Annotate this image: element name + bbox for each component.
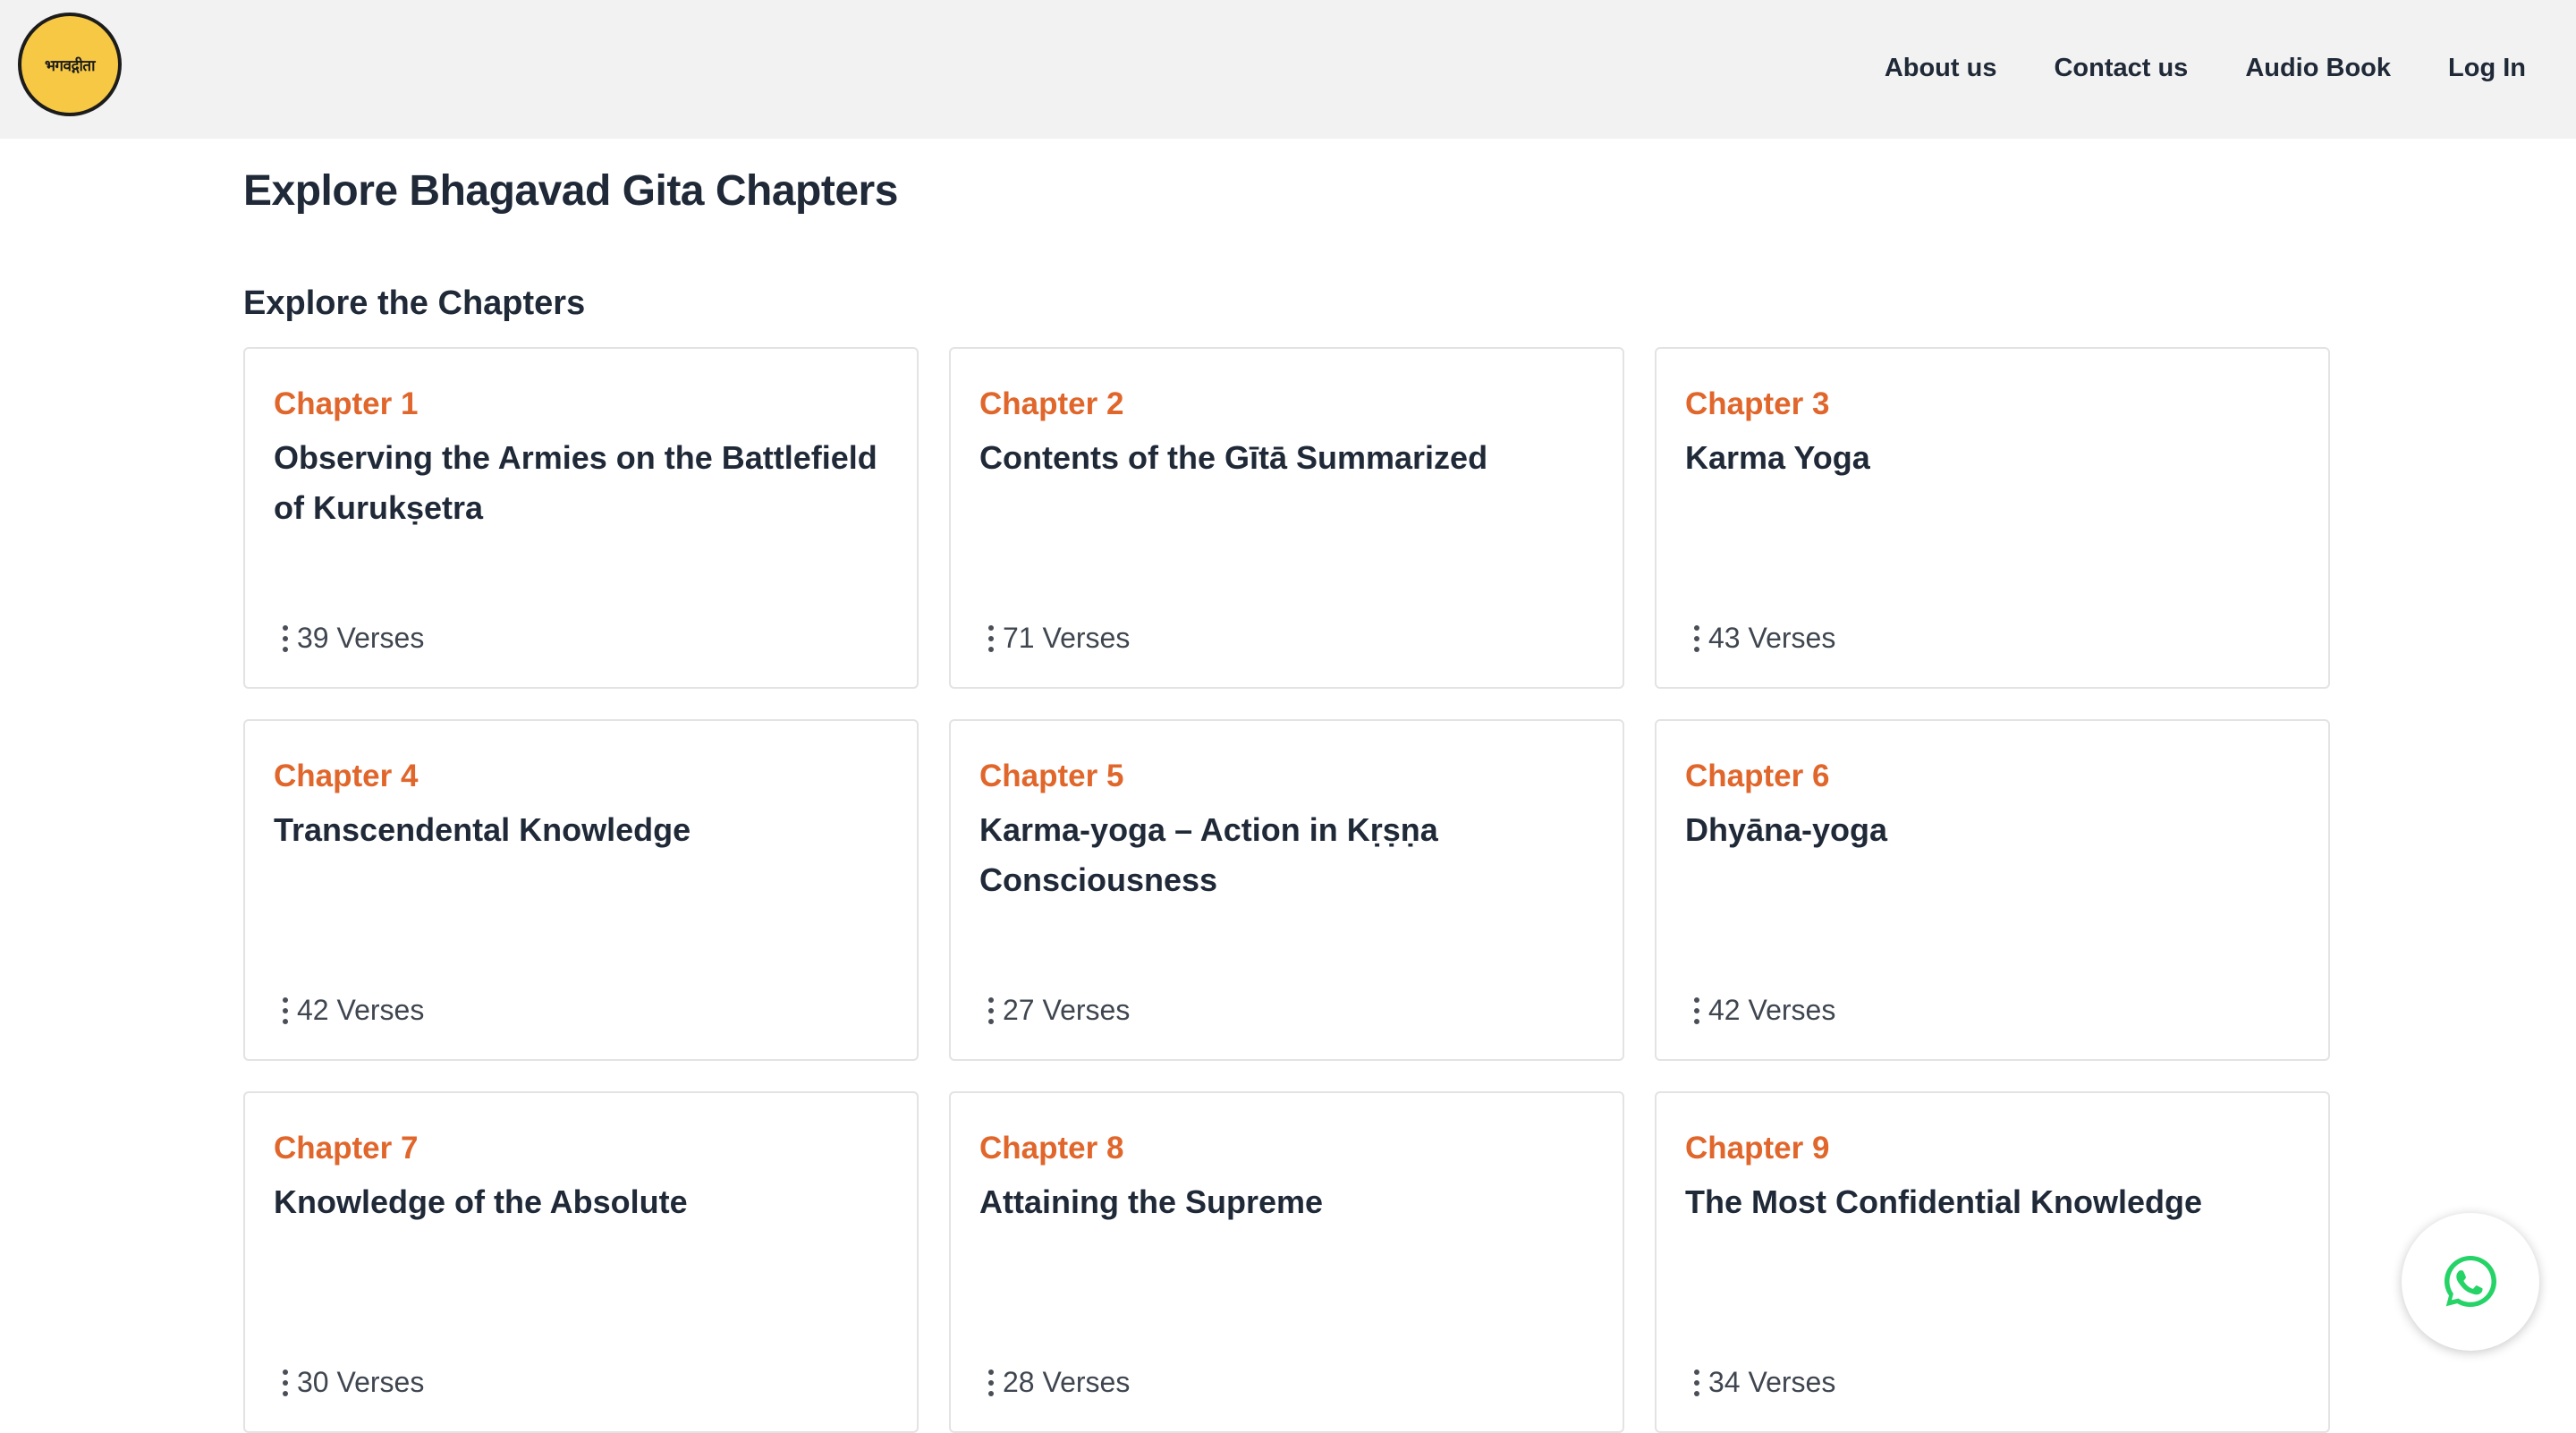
chapter-number: Chapter 3 (1685, 386, 1830, 421)
chapter-card[interactable]: Chapter 9 The Most Confidential Knowledg… (1655, 1091, 2330, 1433)
verse-count: 42 Verses (283, 994, 424, 1027)
whatsapp-chat-button[interactable] (2402, 1213, 2539, 1351)
verse-count-label: 34 Verses (1708, 1366, 1836, 1398)
chapter-number: Chapter 6 (1685, 759, 1830, 793)
chapter-title: Karma Yoga (1685, 439, 1870, 476)
chapter-card[interactable]: Chapter 4 Transcendental Knowledge 42 Ve… (243, 719, 919, 1061)
chapter-card[interactable]: Chapter 3 Karma Yoga 43 Verses (1655, 347, 2330, 689)
chapter-card[interactable]: Chapter 6 Dhyāna-yoga 42 Verses (1655, 719, 2330, 1061)
verse-count-label: 30 Verses (297, 1366, 425, 1398)
verse-count-label: 28 Verses (1003, 1366, 1131, 1398)
chapter-number: Chapter 9 (1685, 1131, 1830, 1166)
chapter-title: Observing the Armies on the Battlefield … (274, 439, 877, 526)
verse-count: 34 Verses (1694, 1366, 1835, 1399)
verse-count-label: 43 Verses (1708, 622, 1836, 654)
chapter-number: Chapter 4 (274, 759, 419, 793)
vertical-dots-icon (1694, 624, 1699, 652)
vertical-dots-icon (988, 1369, 994, 1396)
verse-count: 27 Verses (988, 994, 1130, 1027)
verse-count: 43 Verses (1694, 622, 1835, 655)
vertical-dots-icon (283, 624, 288, 652)
chapter-title: The Most Confidential Knowledge (1685, 1183, 2202, 1220)
chapter-number: Chapter 5 (979, 759, 1124, 793)
chapter-title: Attaining the Supreme (979, 1183, 1324, 1220)
chapter-number: Chapter 1 (274, 386, 419, 421)
chapter-card[interactable]: Chapter 8 Attaining the Supreme 28 Verse… (949, 1091, 1624, 1433)
chapter-card[interactable]: Chapter 7 Knowledge of the Absolute 30 V… (243, 1091, 919, 1433)
whatsapp-icon (2442, 1253, 2499, 1310)
nav-audio-book[interactable]: Audio Book (2245, 54, 2391, 83)
chapter-title: Transcendental Knowledge (274, 811, 691, 848)
chapter-title: Dhyāna-yoga (1685, 811, 1888, 848)
chapter-number: Chapter 8 (979, 1131, 1124, 1166)
verse-count-label: 42 Verses (1708, 994, 1836, 1026)
page-title: Explore Bhagavad Gita Chapters (243, 167, 898, 215)
logo-text: भगवद्गीता (44, 56, 96, 75)
vertical-dots-icon (1694, 1369, 1699, 1396)
verse-count-label: 71 Verses (1003, 622, 1131, 654)
vertical-dots-icon (1694, 996, 1699, 1024)
nav-log-in[interactable]: Log In (2448, 54, 2526, 83)
verse-count-label: 27 Verses (1003, 994, 1131, 1026)
site-logo[interactable]: भगवद्गीता (18, 13, 122, 116)
verse-count-label: 39 Verses (297, 622, 425, 654)
site-header: भगवद्गीता About us Contact us Audio Book… (0, 0, 2576, 139)
top-nav: About us Contact us Audio Book Log In (1885, 0, 2526, 136)
vertical-dots-icon (283, 1369, 288, 1396)
chapter-title: Karma-yoga – Action in Kṛṣṇa Consciousne… (979, 811, 1438, 898)
verse-count: 71 Verses (988, 622, 1130, 655)
chapter-title: Contents of the Gītā Summarized (979, 439, 1488, 476)
chapter-title: Knowledge of the Absolute (274, 1183, 688, 1220)
chapter-card[interactable]: Chapter 5 Karma-yoga – Action in Kṛṣṇa C… (949, 719, 1624, 1061)
vertical-dots-icon (988, 996, 994, 1024)
verse-count: 30 Verses (283, 1366, 424, 1399)
section-title: Explore the Chapters (243, 284, 586, 322)
chapter-number: Chapter 2 (979, 386, 1124, 421)
vertical-dots-icon (988, 624, 994, 652)
nav-contact-us[interactable]: Contact us (2054, 54, 2188, 83)
chapter-card[interactable]: Chapter 1 Observing the Armies on the Ba… (243, 347, 919, 689)
verse-count: 28 Verses (988, 1366, 1130, 1399)
chapters-grid: Chapter 1 Observing the Armies on the Ba… (243, 347, 2333, 1433)
verse-count: 42 Verses (1694, 994, 1835, 1027)
chapter-number: Chapter 7 (274, 1131, 419, 1166)
verse-count: 39 Verses (283, 622, 424, 655)
chapter-card[interactable]: Chapter 2 Contents of the Gītā Summarize… (949, 347, 1624, 689)
nav-about-us[interactable]: About us (1885, 54, 1997, 83)
vertical-dots-icon (283, 996, 288, 1024)
verse-count-label: 42 Verses (297, 994, 425, 1026)
